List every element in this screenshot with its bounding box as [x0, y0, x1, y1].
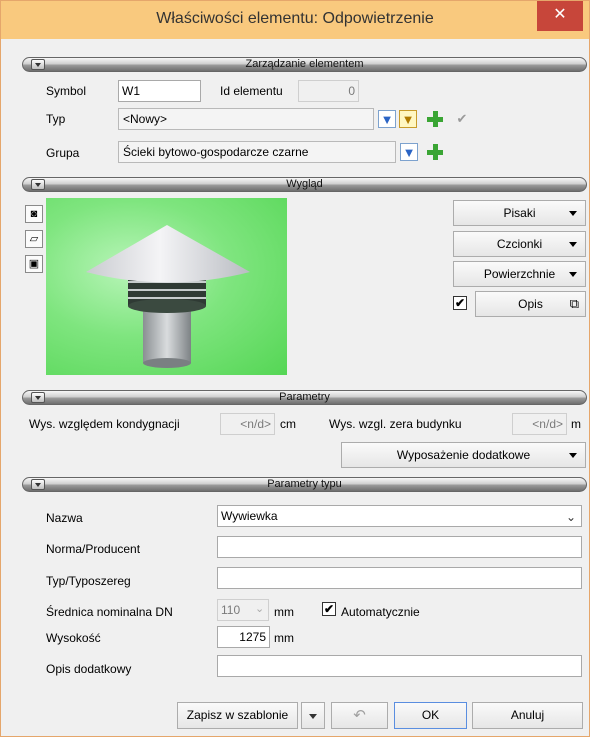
wysokosc-unit: mm: [274, 631, 294, 645]
automatycznie-checkbox[interactable]: ✔: [322, 602, 336, 616]
dropdown-arrow-icon: [569, 272, 577, 277]
wysokosc-input[interactable]: 1275: [217, 626, 270, 648]
powierzchnie-button[interactable]: Powierzchnie: [453, 261, 586, 287]
section-title: Parametry typu: [267, 478, 342, 490]
symbol-label: Symbol: [46, 84, 87, 98]
opis-checkbox[interactable]: ✔: [453, 296, 467, 310]
title-bar[interactable]: Właściwości elementu: Odpowietrzenie ✕: [1, 1, 589, 39]
vent-cap-image: [86, 225, 250, 368]
add-type-icon[interactable]: [426, 110, 444, 128]
group-library-icon[interactable]: ▼: [400, 143, 418, 161]
typoszereg-input[interactable]: [217, 567, 582, 589]
section-title: Zarządzanie elementem: [245, 58, 364, 70]
typoszereg-label: Typ/Typoszereg: [46, 574, 131, 588]
dropdown-arrow-icon: [569, 211, 577, 216]
wyposazenie-button[interactable]: Wyposażenie dodatkowe: [341, 442, 586, 468]
nazwa-select[interactable]: Wywiewka: [217, 505, 582, 527]
dialog-window: Właściwości elementu: Odpowietrzenie ✕ Z…: [0, 0, 590, 737]
pisaki-label: Pisaki: [503, 206, 536, 220]
wyposazenie-label: Wyposażenie dodatkowe: [396, 448, 531, 462]
view-3d-icon[interactable]: ◙: [25, 205, 43, 223]
grupa-label: Grupa: [46, 146, 80, 160]
opis-dodatkowy-input[interactable]: [217, 655, 582, 677]
undo-button[interactable]: ↶: [331, 702, 388, 729]
zapisz-dropdown-button[interactable]: [301, 702, 325, 729]
wys-zera-field: <n/d>: [512, 413, 567, 435]
add-group-icon[interactable]: [426, 143, 444, 161]
wys-kondygnacji-field: <n/d>: [220, 413, 275, 435]
czcionki-button[interactable]: Czcionki: [453, 231, 586, 257]
opis-label: Opis: [518, 297, 543, 311]
wys-kondygnacji-label: Wys. względem kondygnacji: [29, 417, 180, 431]
chevron-down-icon[interactable]: ⌄: [566, 510, 576, 524]
opis-dodatkowy-label: Opis dodatkowy: [46, 662, 132, 676]
section-header-zarzadzanie[interactable]: Zarządzanie elementem: [22, 57, 587, 72]
wysokosc-label: Wysokość: [46, 631, 101, 645]
wys-zera-unit: m: [571, 417, 581, 431]
opis-button[interactable]: Opis ⧉: [475, 291, 586, 317]
save-type-icon[interactable]: ▼: [399, 110, 417, 128]
element-preview: [46, 198, 287, 375]
powierzchnie-label: Powierzchnie: [483, 267, 556, 281]
dropdown-arrow-icon: [569, 242, 577, 247]
library-icon[interactable]: ▼: [378, 110, 396, 128]
srednica-label: Średnica nominalna DN: [46, 605, 173, 619]
id-element-label: Id elementu: [220, 84, 283, 98]
view-2d-icon[interactable]: ▱: [25, 230, 43, 248]
pisaki-button[interactable]: Pisaki: [453, 200, 586, 226]
section-header-parametry-typu[interactable]: Parametry typu: [22, 477, 587, 492]
dropdown-arrow-icon: [309, 714, 317, 719]
chevron-down-icon: ⌄: [255, 603, 265, 615]
confirm-check-icon[interactable]: ✔: [453, 110, 471, 128]
norma-label: Norma/Producent: [46, 542, 141, 556]
nazwa-label: Nazwa: [46, 511, 83, 525]
section-header-wyglad[interactable]: Wygląd: [22, 177, 587, 192]
id-element-field: 0: [298, 80, 359, 102]
section-title: Wygląd: [286, 178, 323, 190]
section-header-parametry[interactable]: Parametry: [22, 390, 587, 405]
czcionki-label: Czcionki: [496, 237, 543, 251]
symbol-input[interactable]: W1: [118, 80, 201, 102]
ok-button[interactable]: OK: [394, 702, 467, 729]
automatycznie-label: Automatycznie: [341, 605, 420, 619]
norma-input[interactable]: [217, 536, 582, 558]
wys-kondygnacji-unit: cm: [280, 417, 296, 431]
open-window-icon: ⧉: [569, 296, 579, 311]
grupa-field[interactable]: Ścieki bytowo-gospodarcze czarne: [118, 141, 396, 163]
typ-label: Typ: [46, 112, 66, 126]
section-title: Parametry: [279, 391, 330, 403]
zapisz-w-szablonie-button[interactable]: Zapisz w szablonie: [177, 702, 298, 729]
close-button[interactable]: ✕: [537, 1, 583, 31]
view-box-icon[interactable]: ▣: [25, 255, 43, 273]
undo-icon: ↶: [353, 707, 366, 724]
typ-field[interactable]: <Nowy>: [118, 108, 374, 130]
wys-zera-label: Wys. wzgl. zera budynku: [329, 417, 462, 431]
dropdown-arrow-icon: [569, 453, 577, 458]
window-title: Właściwości elementu: Odpowietrzenie: [156, 10, 434, 27]
anuluj-button[interactable]: Anuluj: [472, 702, 583, 729]
srednica-unit: mm: [274, 605, 294, 619]
